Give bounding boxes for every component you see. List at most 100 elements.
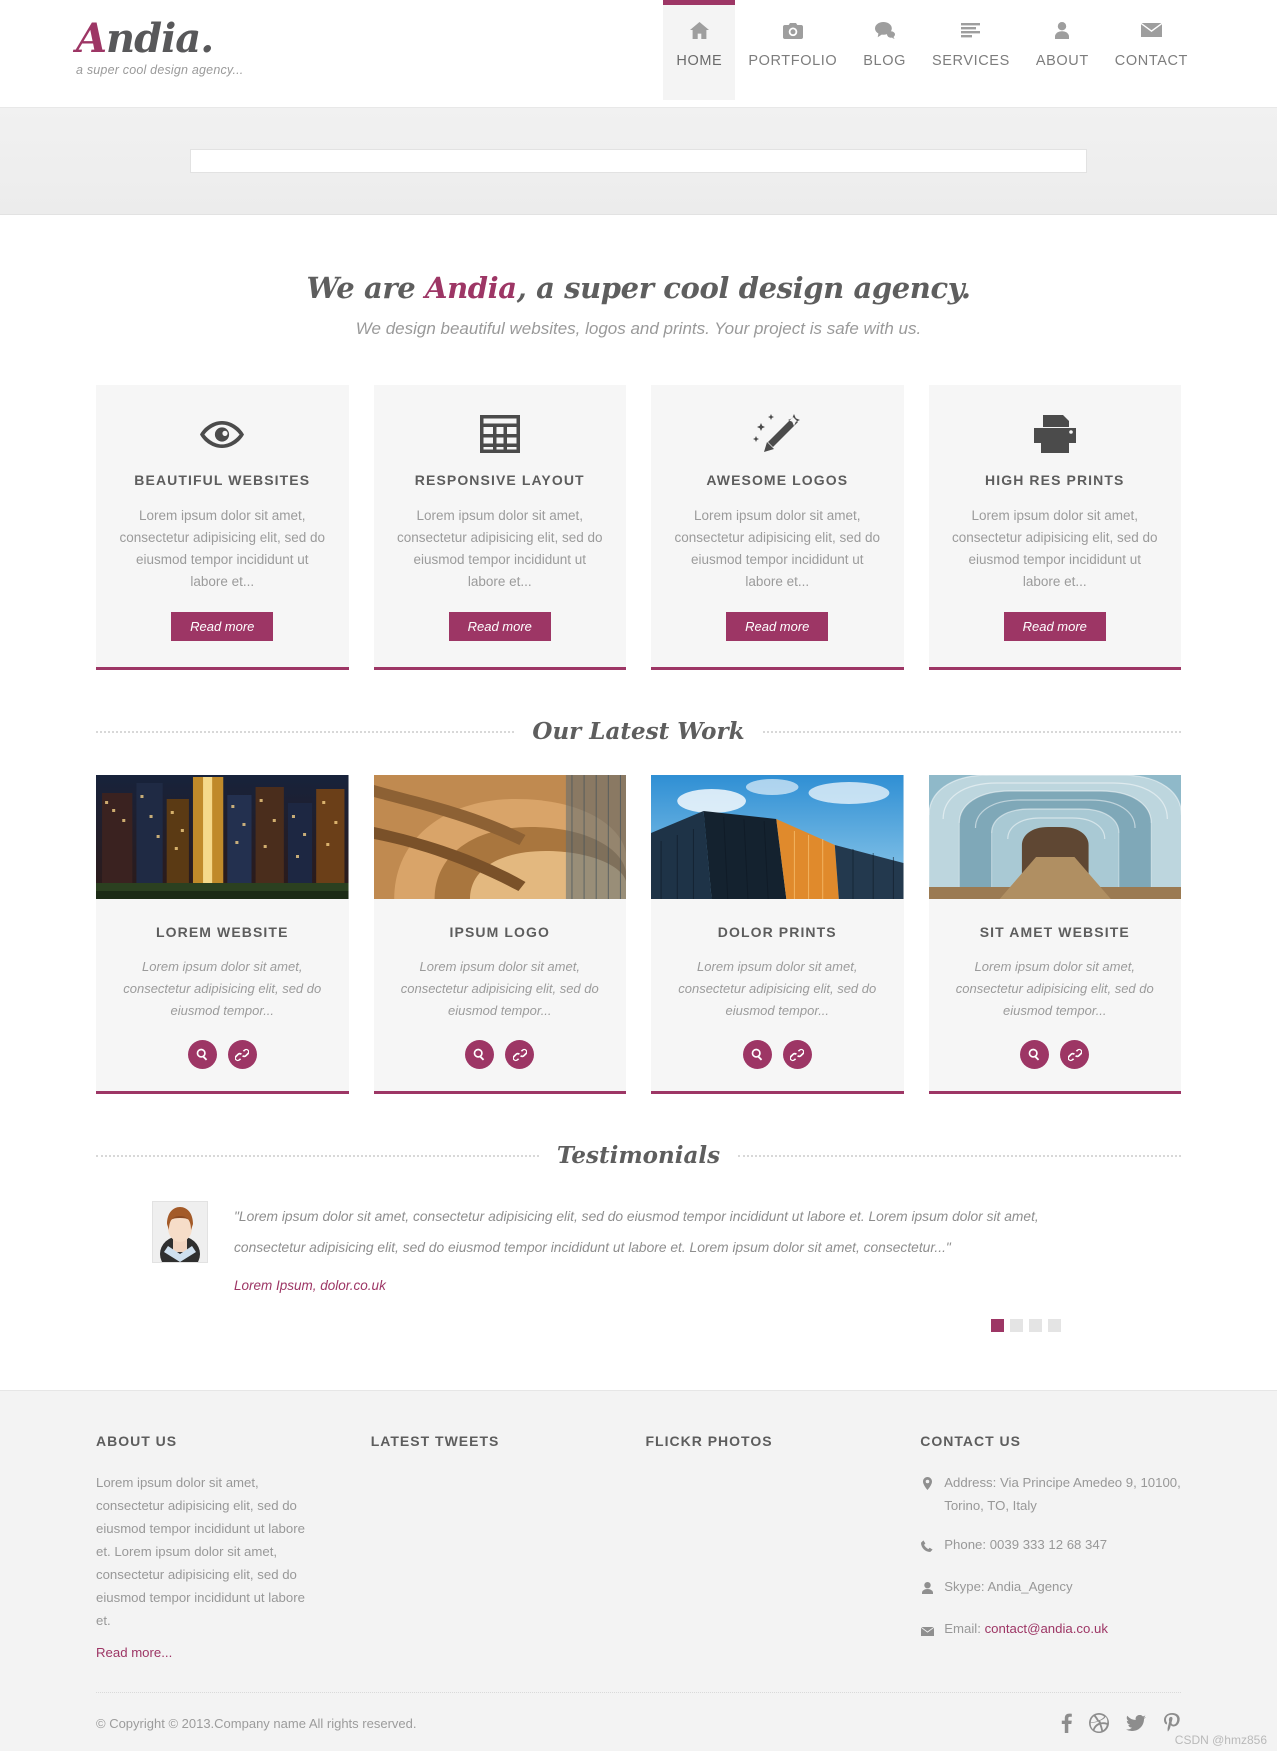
portfolio-title: DOLOR PRINTS [717, 924, 837, 940]
testimonial-pager [96, 1319, 1061, 1332]
nav-item-home[interactable]: HOME [663, 0, 736, 100]
pinterest-icon[interactable] [1163, 1713, 1181, 1733]
read-more-button[interactable]: Read more [171, 612, 274, 641]
pager-dot-1[interactable] [991, 1319, 1004, 1332]
page-root: Andia. a super cool design agency... HOM… [0, 0, 1277, 1751]
nav-item-services[interactable]: SERVICES [919, 0, 1023, 100]
intro-title-post: , a super cool design agency. [516, 271, 971, 305]
nav-item-about[interactable]: ABOUT [1023, 0, 1102, 100]
magnifier-icon[interactable] [742, 1040, 772, 1069]
contact-phone-label: Phone: 0039 333 12 68 347 [944, 1537, 1108, 1552]
link-chain-icon[interactable] [505, 1040, 535, 1069]
link-chain-icon[interactable] [1060, 1040, 1090, 1069]
read-more-button[interactable]: Read more [726, 612, 829, 641]
portfolio-actions [929, 1040, 1182, 1069]
service-card: BEAUTIFUL WEBSITES Lorem ipsum dolor sit… [96, 385, 349, 670]
magnifier-icon[interactable] [187, 1040, 217, 1069]
brand-logo-rest: ndia. [106, 15, 214, 62]
portfolio-title: IPSUM LOGO [449, 924, 550, 940]
footer-about-text: Lorem ipsum dolor sit amet, consectetur … [96, 1475, 305, 1628]
portfolio-text: Lorem ipsum dolor sit amet, consectetur … [678, 959, 877, 1018]
brand[interactable]: Andia. a super cool design agency... [76, 18, 243, 78]
twitter-icon[interactable] [1126, 1714, 1146, 1732]
portfolio-thumbnail[interactable] [928, 775, 1181, 899]
contact-skype-label: Skype: Andia_Agency [944, 1579, 1073, 1594]
intro-title-pre: We are [306, 271, 426, 305]
footer-container: ABOUT US Lorem ipsum dolor sit amet, con… [96, 1433, 1181, 1751]
brand-logo-accent: A [76, 15, 107, 62]
portfolio-grid: LOREM WEBSITE Lorem ipsum dolor sit amet… [96, 775, 1181, 1094]
footer-heading-flickr: FLICKR PHOTOS [645, 1433, 773, 1449]
portfolio-thumbnail[interactable] [373, 775, 626, 899]
link-chain-icon[interactable] [227, 1040, 257, 1069]
service-title: AWESOME LOGOS [706, 472, 849, 488]
section-title: Our Latest Work [532, 718, 745, 745]
footer-columns: ABOUT US Lorem ipsum dolor sit amet, con… [96, 1433, 1181, 1662]
hero-slider-band[interactable] [0, 108, 1277, 215]
testimonial-quote: "Lorem ipsum dolor sit amet, consectetur… [234, 1209, 1039, 1255]
dribbble-icon[interactable] [1089, 1713, 1109, 1733]
service-card: HIGH RES PRINTS Lorem ipsum dolor sit am… [928, 385, 1181, 670]
list-lines-icon [932, 22, 1010, 44]
map-pin-icon [920, 1471, 934, 1497]
service-card: RESPONSIVE LAYOUT Lorem ipsum dolor sit … [373, 385, 626, 670]
facebook-icon[interactable] [1061, 1713, 1072, 1733]
magic-wand-icon [673, 412, 882, 456]
portfolio-text: Lorem ipsum dolor sit amet, consectetur … [955, 959, 1154, 1018]
magnifier-icon[interactable] [465, 1040, 495, 1069]
divider-right [762, 730, 1181, 733]
contact-email-prefix: Email: [944, 1621, 985, 1636]
testimonial-quote-wrap: "Lorem ipsum dolor sit amet, consectetur… [234, 1201, 1074, 1301]
intro-subtitle: We design beautiful websites, logos and … [355, 319, 922, 338]
divider-right [738, 1154, 1181, 1157]
link-chain-icon[interactable] [782, 1040, 812, 1069]
contact-email-link[interactable]: contact@andia.co.uk [985, 1621, 1108, 1636]
contact-email-wrap: Email: contact@andia.co.uk [944, 1617, 1108, 1640]
nav-label-home: HOME [676, 53, 723, 69]
envelope-icon [1115, 22, 1188, 44]
intro-title-accent: Andia [425, 271, 517, 305]
footer-heading-tweets: LATEST TWEETS [370, 1433, 500, 1449]
person-icon [920, 1575, 934, 1601]
footer-read-more-link[interactable]: Read more... [96, 1645, 172, 1660]
read-more-button[interactable]: Read more [1003, 612, 1106, 641]
site-header: Andia. a super cool design agency... HOM… [0, 0, 1277, 108]
brand-logo: Andia. [76, 18, 243, 60]
intro-section: We are Andia, a super cool design agency… [0, 215, 1277, 339]
portfolio-card: DOLOR PRINTS Lorem ipsum dolor sit amet,… [651, 775, 904, 1094]
read-more-button[interactable]: Read more [448, 612, 551, 641]
pager-dot-3[interactable] [1029, 1319, 1042, 1332]
service-text: Lorem ipsum dolor sit amet, consectetur … [674, 508, 881, 589]
contact-email: Email: contact@andia.co.uk [920, 1617, 1181, 1643]
section-title: Testimonials [556, 1142, 721, 1169]
person-icon [1036, 22, 1089, 44]
nav-item-portfolio[interactable]: PORTFOLIO [735, 0, 850, 100]
testimonials-section: Testimonials "Lorem ipsum dolor sit amet… [96, 1142, 1181, 1332]
footer-col-tweets: LATEST TWEETS [371, 1433, 598, 1662]
pager-dot-2[interactable] [1010, 1319, 1023, 1332]
portfolio-thumbnail[interactable] [96, 775, 349, 899]
nav-item-contact[interactable]: CONTACT [1102, 0, 1201, 100]
home-icon [676, 22, 722, 44]
pager-dot-4[interactable] [1048, 1319, 1061, 1332]
latest-work-heading: Our Latest Work [96, 718, 1181, 745]
magnifier-icon[interactable] [1020, 1040, 1050, 1069]
portfolio-thumbnail[interactable] [651, 775, 904, 899]
nav-label-contact: CONTACT [1114, 53, 1188, 69]
copyright-text: © Copyright © 2013.Company name All righ… [96, 1715, 417, 1731]
main-container: BEAUTIFUL WEBSITES Lorem ipsum dolor sit… [96, 385, 1181, 1332]
portfolio-card: LOREM WEBSITE Lorem ipsum dolor sit amet… [96, 775, 349, 1094]
contact-phone: Phone: 0039 333 12 68 347 [920, 1533, 1181, 1559]
nav-label-portfolio: PORTFOLIO [748, 53, 838, 69]
service-text: Lorem ipsum dolor sit amet, consectetur … [396, 508, 603, 589]
nav-item-blog[interactable]: BLOG [850, 0, 919, 100]
site-footer: ABOUT US Lorem ipsum dolor sit amet, con… [0, 1390, 1277, 1751]
service-title: BEAUTIFUL WEBSITES [134, 472, 311, 488]
footer-heading-about: ABOUT US [96, 1433, 178, 1449]
footer-heading-contact: CONTACT US [920, 1433, 1021, 1449]
portfolio-text: Lorem ipsum dolor sit amet, consectetur … [400, 959, 599, 1018]
grid-table-icon [396, 412, 605, 456]
chat-bubble-icon [863, 22, 906, 44]
camera-icon [748, 22, 837, 44]
portfolio-title: SIT AMET WEBSITE [979, 924, 1130, 940]
